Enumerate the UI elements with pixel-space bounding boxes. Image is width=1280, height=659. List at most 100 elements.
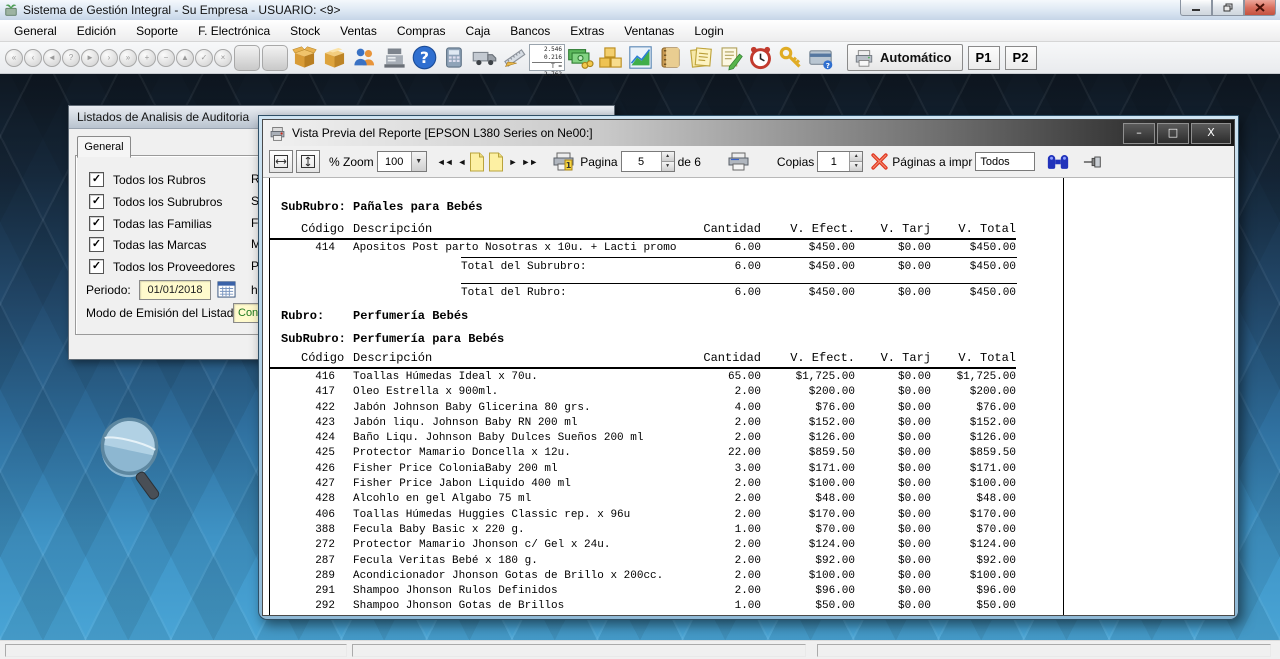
- cash-register-icon[interactable]: [379, 43, 409, 73]
- calendar-icon[interactable]: [217, 279, 236, 298]
- print-button[interactable]: [726, 152, 752, 172]
- dropdown-arrow-icon[interactable]: ▼: [411, 152, 426, 171]
- restore-button[interactable]: [1212, 0, 1244, 16]
- record-nav-group: «‹◄?►›»+−▲✓×: [5, 49, 233, 67]
- next-page-button[interactable]: ►: [507, 157, 517, 167]
- checkbox-icon[interactable]: ✓: [89, 172, 104, 187]
- checkbox-todas-familias[interactable]: ✓ Todas las Familias: [89, 216, 212, 231]
- alarm-clock-icon[interactable]: [745, 43, 775, 73]
- record-nav-button[interactable]: −: [157, 49, 175, 67]
- preview-minimize-button[interactable]: –: [1123, 123, 1155, 144]
- preview-maximize-button[interactable]: □: [1157, 123, 1189, 144]
- help-icon[interactable]: ?: [409, 43, 439, 73]
- access-key-icon[interactable]: [775, 43, 805, 73]
- menu-item-ventanas[interactable]: Ventanas: [614, 20, 684, 42]
- first-page-button[interactable]: ◄◄: [436, 157, 454, 167]
- menu-item-login[interactable]: Login: [684, 20, 733, 42]
- checkbox-icon[interactable]: ✓: [89, 194, 104, 209]
- preview-titlebar[interactable]: Vista Previa del Reporte [EPSON L380 Ser…: [263, 120, 1234, 146]
- menu-item-caja[interactable]: Caja: [456, 20, 501, 42]
- total-rule: [461, 257, 1017, 258]
- stock-boxes-icon[interactable]: [595, 43, 625, 73]
- pin-icon[interactable]: [1083, 155, 1103, 169]
- checkbox-icon[interactable]: ✓: [89, 216, 104, 231]
- customers-icon[interactable]: [349, 43, 379, 73]
- print-current-page-button[interactable]: 1: [551, 152, 577, 172]
- menu-item-bancos[interactable]: Bancos: [500, 20, 560, 42]
- p2-button[interactable]: P2: [1005, 46, 1037, 70]
- spin-down-icon[interactable]: ▼: [662, 162, 674, 171]
- menu-item-soporte[interactable]: Soporte: [126, 20, 188, 42]
- checkbox-todos-subrubros[interactable]: ✓ Todos los Subrubros: [89, 194, 222, 209]
- blank-tool-button-1[interactable]: [234, 45, 260, 71]
- auto-print-button[interactable]: Automático: [847, 44, 963, 71]
- search-binoculars-icon[interactable]: [1046, 152, 1070, 171]
- page-thumbnail-icon-2[interactable]: [488, 152, 504, 172]
- checkbox-todos-proveedores[interactable]: ✓ Todos los Proveedores: [89, 259, 235, 274]
- pages-to-print-label: Páginas a impr: [892, 155, 972, 169]
- menu-item-compras[interactable]: Compras: [387, 20, 456, 42]
- fit-height-button[interactable]: [296, 150, 320, 173]
- statistics-icon[interactable]: [625, 43, 655, 73]
- menu-item-f-electr-nica[interactable]: F. Electrónica: [188, 20, 280, 42]
- report-row: 428Alcohlo en gel Algabo 75 ml2.00$48.00…: [281, 493, 1021, 508]
- record-nav-button[interactable]: ✓: [195, 49, 213, 67]
- record-nav-button[interactable]: »: [119, 49, 137, 67]
- checkbox-icon[interactable]: ✓: [89, 259, 104, 274]
- spin-up-icon[interactable]: ▲: [850, 152, 862, 162]
- menu-item-edici-n[interactable]: Edición: [67, 20, 126, 42]
- measure-icon[interactable]: [499, 43, 529, 73]
- record-nav-button[interactable]: ►: [81, 49, 99, 67]
- spin-down-icon[interactable]: ▼: [850, 162, 862, 171]
- money-icon[interactable]: [565, 43, 595, 73]
- menu-item-general[interactable]: General: [4, 20, 67, 42]
- preview-page-area[interactable]: Listado de Analisis de Auditoria - 01/01…: [263, 178, 1234, 615]
- close-button[interactable]: [1244, 0, 1276, 16]
- report-row: 424Baño Liqu. Johnson Baby Dulces Sueños…: [281, 432, 1021, 447]
- edit-note-icon[interactable]: [715, 43, 745, 73]
- menu-item-extras[interactable]: Extras: [560, 20, 614, 42]
- pos-terminal-icon[interactable]: [439, 43, 469, 73]
- record-nav-button[interactable]: ×: [214, 49, 232, 67]
- menu-bar: GeneralEdiciónSoporteF. ElectrónicaStock…: [0, 20, 1280, 42]
- record-nav-button[interactable]: ?: [62, 49, 80, 67]
- zoom-combobox[interactable]: 100 ▼: [377, 151, 427, 172]
- preview-close-button[interactable]: X: [1191, 123, 1231, 144]
- report-row: 414Apositos Post parto Nosotras x 10u. +…: [281, 242, 1021, 257]
- minimize-button[interactable]: [1180, 0, 1212, 16]
- menu-item-stock[interactable]: Stock: [280, 20, 330, 42]
- page-thumbnail-icon[interactable]: [469, 152, 485, 172]
- contacts-book-icon[interactable]: [655, 43, 685, 73]
- checkbox-todas-marcas[interactable]: ✓ Todas las Marcas: [89, 237, 206, 252]
- delivery-truck-icon[interactable]: [469, 43, 499, 73]
- blank-tool-button-2[interactable]: [262, 45, 288, 71]
- page-spinner[interactable]: 5 ▲▼: [621, 151, 675, 172]
- copies-spinner[interactable]: 1 ▲▼: [817, 151, 863, 172]
- checkbox-todos-rubros[interactable]: ✓ Todos los Rubros: [89, 172, 206, 187]
- fit-width-button[interactable]: [269, 150, 293, 173]
- p1-button[interactable]: P1: [968, 46, 1000, 70]
- checkbox-icon[interactable]: ✓: [89, 237, 104, 252]
- svg-text:?: ?: [825, 61, 829, 70]
- last-page-button[interactable]: ►►: [520, 157, 538, 167]
- menu-item-ventas[interactable]: Ventas: [330, 20, 387, 42]
- open-box-icon[interactable]: [289, 43, 319, 73]
- checkbox-label: Todos los Rubros: [113, 173, 206, 187]
- periodo-date-field[interactable]: 01/01/2018: [139, 280, 211, 300]
- app-titlebar: Sistema de Gestión Integral - Su Empresa…: [0, 0, 1280, 21]
- record-nav-button[interactable]: ‹: [24, 49, 42, 67]
- notes-icon[interactable]: [685, 43, 715, 73]
- tab-general[interactable]: General: [77, 136, 131, 158]
- product-box-icon[interactable]: [319, 43, 349, 73]
- preview-toolbar: % Zoom 100 ▼ ◄◄ ◄ ► ►► 1 Pagina 5 ▲▼ de …: [263, 146, 1234, 178]
- cancel-icon[interactable]: [870, 152, 889, 171]
- pages-to-print-input[interactable]: Todos: [975, 152, 1035, 171]
- spin-up-icon[interactable]: ▲: [662, 152, 674, 162]
- record-nav-button[interactable]: ◄: [43, 49, 61, 67]
- record-nav-button[interactable]: ›: [100, 49, 118, 67]
- prev-page-button[interactable]: ◄: [457, 157, 467, 167]
- record-nav-button[interactable]: «: [5, 49, 23, 67]
- record-nav-button[interactable]: +: [138, 49, 156, 67]
- card-help-icon[interactable]: ?: [805, 43, 835, 73]
- record-nav-button[interactable]: ▲: [176, 49, 194, 67]
